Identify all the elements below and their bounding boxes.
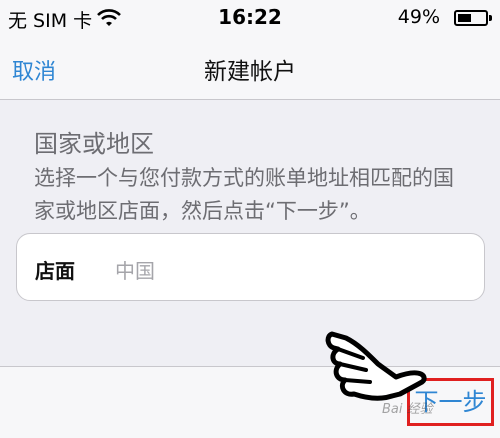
page-title: 新建帐户 [204,59,296,85]
battery-fill [458,14,471,22]
navigation-bar: 取消 新建帐户 [0,36,500,100]
battery-nub [489,15,492,21]
watermark: Bai 经验 [382,402,433,417]
status-bar: 无 SIM 卡 16:22 49% [0,0,500,36]
section-title: 国家或地区 [34,130,154,158]
store-value[interactable]: 中国 [115,255,155,284]
battery-icon [454,10,492,26]
store-row[interactable]: 店面 中国 [16,233,485,301]
store-label: 店面 [35,259,75,283]
battery-percent: 49% [397,6,440,28]
section-description: 选择一个与您付款方式的账单地址相匹配的国家或地区店面，然后点击“下一步”。 [34,166,454,223]
